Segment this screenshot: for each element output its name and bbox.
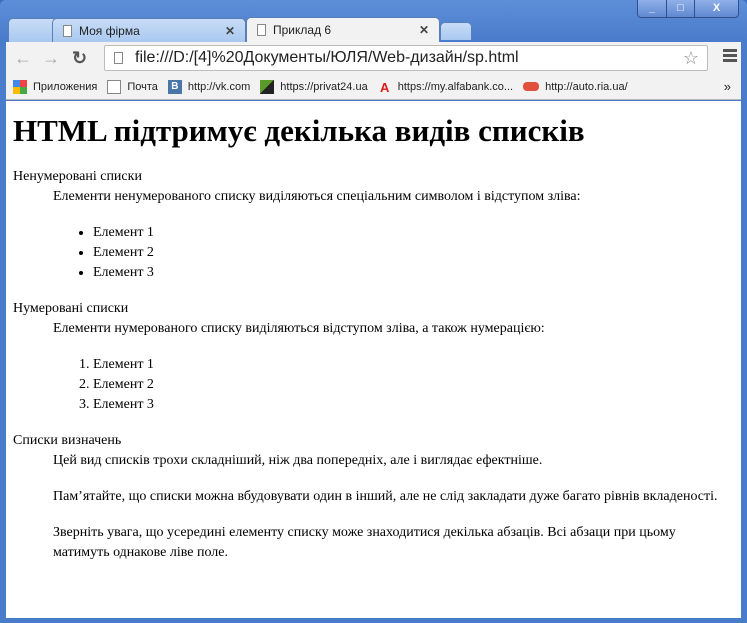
list-item: Елемент 3 [93,263,734,283]
tab-label: Приклад 6 [273,23,332,37]
forward-icon[interactable]: → [42,48,60,69]
privat-icon [260,79,275,94]
list-item: Елемент 3 [93,395,734,415]
desc-unordered: Елементи ненумерованого списку виділяють… [53,187,734,283]
list-item: Елемент 1 [93,223,734,243]
desc-text: Елементи нумерованого списку виділяються… [53,321,545,336]
term-definition: Списки визначень [13,433,122,448]
paragraph: Пам’ятайте, що списки можна вбудовувати … [53,489,718,504]
bookmark-apps[interactable]: Приложения [13,79,98,94]
desc-text: Елементи ненумерованого списку виділяють… [53,189,581,204]
bookmark-vk[interactable]: Bhttp://vk.com [167,79,251,94]
page-icon [107,79,122,94]
paragraph: Цей вид списків трохи складніший, ніж дв… [53,453,543,468]
unordered-list: Елемент 1 Елемент 2 Елемент 3 [13,223,734,283]
car-icon [523,82,540,91]
tab-label: Моя фірма [79,23,140,38]
bookmark-pochta[interactable]: Почта [107,79,158,94]
apps-icon [13,79,27,94]
minimize-button[interactable]: _ [638,0,666,17]
list-item: Елемент 2 [93,243,734,263]
page-icon [114,52,123,64]
reload-icon[interactable]: ↻ [72,48,87,69]
ordered-list: Елемент 1 Елемент 2 Елемент 3 [13,355,734,415]
browser-window: _ □ X Моя фірма ✕ Приклад 6 ✕ ← → ↻ file… [0,0,747,623]
toolbar: ← → ↻ file:///D:/[4]%20Документы/ЮЛЯ/Web… [6,42,741,74]
url-text: file:///D:/[4]%20Документы/ЮЛЯ/Web-дизай… [135,49,519,66]
definition-list: Ненумеровані списки Елементи ненумерован… [13,167,734,563]
close-tab-icon[interactable]: ✕ [225,24,235,38]
star-icon[interactable]: ☆ [683,46,699,70]
more-bookmarks-icon[interactable]: » [724,79,731,94]
list-item: Елемент 1 [93,355,734,375]
menu-icon[interactable] [723,49,737,64]
term-unordered: Ненумеровані списки [13,169,142,184]
desc-ordered: Елементи нумерованого списку виділяються… [53,319,734,415]
bookmark-label: http://auto.ria.ua/ [545,80,628,93]
page-icon [63,24,72,37]
window-controls: _ □ X [637,0,739,18]
list-item: Елемент 2 [93,375,734,395]
page-icon [257,24,266,36]
desc-definition: Цей вид списків трохи складніший, ніж дв… [53,451,734,563]
bookmark-auto-ria[interactable]: http://auto.ria.ua/ [523,81,628,93]
bookmark-label: Почта [127,80,158,93]
bookmark-label: https://my.alfabank.co... [397,80,514,93]
address-bar[interactable]: file:///D:/[4]%20Документы/ЮЛЯ/Web-дизай… [104,45,708,71]
new-tab-button[interactable] [440,22,472,40]
paragraph: Зверніть увага, що усередині елементу сп… [53,525,676,560]
bookmarks-bar: Приложения Почта Bhttp://vk.com https://… [6,74,741,100]
vk-icon: B [167,79,182,94]
bookmark-privat24[interactable]: https://privat24.ua [260,79,368,94]
close-tab-icon[interactable]: ✕ [419,23,429,37]
maximize-button[interactable]: □ [666,0,694,17]
tab-pryklad-6[interactable]: Приклад 6 ✕ [246,17,440,42]
page-content: HTML підтримує декілька видів списків Не… [6,101,741,618]
bookmark-label: Приложения [33,80,98,93]
bookmark-label: https://privat24.ua [280,80,368,93]
tab-moya-firma[interactable]: Моя фірма ✕ [52,18,246,42]
close-window-button[interactable]: X [694,0,738,17]
bookmark-alfabank[interactable]: Ahttps://my.alfabank.co... [378,79,514,95]
bookmark-label: http://vk.com [187,80,251,93]
back-icon[interactable]: ← [14,48,32,69]
term-ordered: Нумеровані списки [13,301,129,316]
tab-blank[interactable] [8,18,58,42]
alfabank-icon: A [380,79,390,95]
page-title: HTML підтримує декілька видів списків [13,113,585,148]
